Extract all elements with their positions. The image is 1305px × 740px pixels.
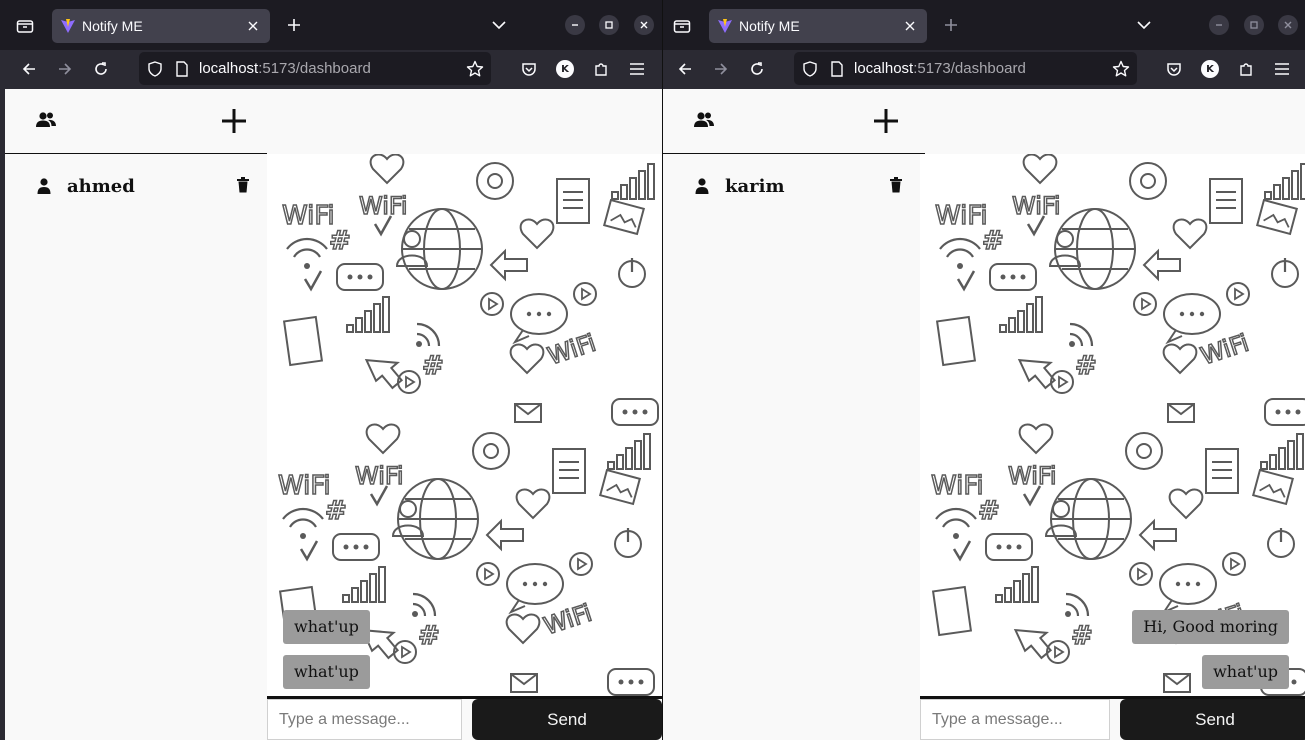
close-icon[interactable]: [1278, 15, 1298, 35]
svg-text:#: #: [422, 351, 444, 381]
dashboard-header: [663, 89, 925, 154]
svg-text:WiFi: WiFi: [1197, 329, 1252, 371]
svg-text:WiFi: WiFi: [1012, 192, 1061, 220]
tab-title: Notify ME: [82, 18, 143, 34]
send-button[interactable]: Send: [1120, 699, 1305, 740]
chat-panel: # # WiFi WiFi WiFi # # WiFi WiFi WiFi what'up wha…: [267, 154, 662, 740]
users-icon[interactable]: [693, 111, 715, 134]
svg-text:WiFi: WiFi: [282, 201, 335, 231]
tab-title: Notify ME: [739, 18, 800, 34]
minimize-icon[interactable]: [565, 15, 585, 35]
maximize-icon[interactable]: [1244, 15, 1264, 35]
contact-item[interactable]: ahmed: [5, 174, 267, 200]
forward-arrow-icon[interactable]: [709, 57, 733, 81]
message-bubble: what'up: [283, 655, 370, 689]
new-tab-button[interactable]: [940, 14, 962, 36]
message-bubble: Hi, Good moring: [1132, 610, 1289, 644]
browser-window-right: Notify ME localhost:5173/dashboard K kar…: [662, 0, 1305, 740]
close-icon[interactable]: [244, 17, 262, 35]
reload-icon[interactable]: [745, 57, 769, 81]
contact-item[interactable]: karim: [663, 174, 925, 200]
plus-icon: [945, 19, 957, 31]
add-chat-button[interactable]: [220, 107, 248, 140]
trash-icon[interactable]: [889, 177, 903, 198]
close-icon[interactable]: [634, 15, 654, 35]
svg-text:WiFi: WiFi: [540, 599, 595, 641]
minimize-icon[interactable]: [1209, 15, 1229, 35]
svg-text:WiFi: WiFi: [544, 329, 599, 371]
doodle-tile: ##WiFiWiFiWiFi: [281, 154, 659, 426]
message-bubble: what'up: [283, 610, 370, 644]
star-icon[interactable]: [1112, 60, 1130, 78]
svg-text:#: #: [1075, 351, 1097, 381]
navigation-toolbar: localhost:5173/dashboard K: [0, 50, 662, 88]
contacts-sidebar: karim: [663, 154, 925, 740]
svg-text:WiFi: WiFi: [935, 201, 988, 231]
forward-arrow-icon[interactable]: [53, 57, 77, 81]
users-icon[interactable]: [35, 111, 57, 134]
chevron-down-icon[interactable]: [1133, 14, 1155, 36]
tab-list-icon[interactable]: [668, 12, 696, 40]
plus-icon: [288, 19, 300, 31]
tab-notify-me[interactable]: Notify ME: [52, 9, 270, 43]
person-icon: [695, 178, 709, 199]
plus-icon: [874, 109, 898, 133]
shield-icon[interactable]: [146, 60, 164, 78]
account-avatar[interactable]: K: [553, 57, 577, 81]
back-arrow-icon[interactable]: [17, 57, 41, 81]
browser-window-left: Notify ME localhost:5173/dashboard K ahm…: [0, 0, 662, 740]
message-input[interactable]: [267, 699, 462, 740]
close-icon[interactable]: [901, 17, 919, 35]
tab-notify-me[interactable]: Notify ME: [709, 9, 927, 43]
star-icon[interactable]: [466, 60, 484, 78]
contact-name: ahmed: [67, 176, 135, 197]
vite-favicon-icon: [60, 18, 76, 34]
doodle-tile: ##WiFiWiFiWiFi: [934, 154, 1305, 426]
chat-panel: ##WiFiWiFiWiFi##WiFiWiFiWiFi Hi, Good mo…: [920, 154, 1305, 740]
message-input[interactable]: [920, 699, 1110, 740]
back-arrow-icon[interactable]: [673, 57, 697, 81]
svg-text:WiFi: WiFi: [355, 462, 404, 490]
tab-strip: Notify ME: [663, 0, 1305, 50]
message-bubble: what'up: [1202, 655, 1289, 689]
tab-strip: Notify ME: [0, 0, 662, 50]
svg-text:WiFi: WiFi: [1008, 462, 1057, 490]
page-content: karim ##WiFiWiFiWiFi##WiFiWiFiWiFi Hi, G…: [663, 89, 1305, 740]
pocket-icon[interactable]: [1162, 57, 1186, 81]
chevron-down-icon[interactable]: [488, 14, 510, 36]
url-text[interactable]: localhost:5173/dashboard: [854, 60, 1026, 77]
send-button[interactable]: Send: [472, 699, 662, 740]
hamburger-icon[interactable]: [625, 57, 649, 81]
svg-text:WiFi: WiFi: [278, 471, 331, 501]
contacts-sidebar: ahmed: [5, 154, 267, 740]
dashboard-header: [5, 89, 267, 154]
reload-icon[interactable]: [89, 57, 113, 81]
puzzle-icon[interactable]: [1234, 57, 1258, 81]
url-text[interactable]: localhost:5173/dashboard: [199, 60, 371, 77]
account-avatar[interactable]: K: [1198, 57, 1222, 81]
maximize-icon[interactable]: [599, 15, 619, 35]
tab-list-icon[interactable]: [11, 12, 39, 40]
puzzle-icon[interactable]: [589, 57, 613, 81]
vite-favicon-icon: [717, 18, 733, 34]
url-bar[interactable]: localhost:5173/dashboard: [794, 52, 1137, 85]
hamburger-icon[interactable]: [1270, 57, 1294, 81]
shield-icon[interactable]: [801, 60, 819, 78]
pocket-icon[interactable]: [517, 57, 541, 81]
page-icon[interactable]: [173, 60, 191, 78]
page-icon[interactable]: [828, 60, 846, 78]
contact-name: karim: [725, 176, 785, 197]
trash-icon[interactable]: [236, 177, 250, 198]
person-icon: [37, 178, 51, 199]
svg-text:#: #: [1071, 621, 1093, 651]
plus-icon: [222, 109, 246, 133]
svg-text:#: #: [418, 621, 440, 651]
svg-text:WiFi: WiFi: [359, 192, 408, 220]
url-bar[interactable]: localhost:5173/dashboard: [139, 52, 491, 85]
navigation-toolbar: localhost:5173/dashboard K: [663, 50, 1305, 88]
new-tab-button[interactable]: [283, 14, 305, 36]
add-chat-button[interactable]: [872, 107, 900, 140]
page-content: ahmed # # WiFi WiFi WiFi # # WiFi WiFi WiFi what'…: [5, 89, 662, 740]
svg-text:WiFi: WiFi: [931, 471, 984, 501]
